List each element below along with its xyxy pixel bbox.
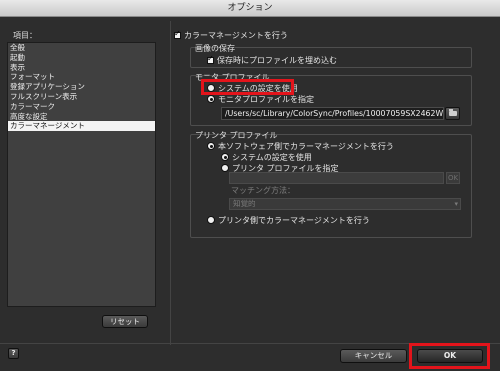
window-title: オプション	[0, 0, 500, 17]
printer-use-system-radio[interactable]	[221, 153, 229, 161]
color-management-label: カラーマネージメントを行う	[184, 31, 288, 40]
embed-profile-option[interactable]: ✓ 保存時にプロファイルを埋め込む	[207, 54, 337, 66]
highlight-ok-button	[409, 343, 490, 369]
list-item-display[interactable]: 表示	[8, 63, 155, 73]
list-item-general[interactable]: 全般	[8, 43, 155, 53]
list-item-registered-apps[interactable]: 登録アプリケーション	[8, 82, 155, 92]
printer-profile-title: プリンタ プロファイル	[195, 131, 278, 140]
list-item-fullscreen[interactable]: フルスクリーン表示	[8, 92, 155, 102]
color-management-option[interactable]: ✓ カラーマネージメントを行う	[174, 29, 288, 41]
list-item-advanced[interactable]: 高度な設定	[8, 112, 155, 122]
printer-use-system-option[interactable]: システムの設定を使用	[221, 152, 312, 163]
list-item-color-mark[interactable]: カラーマーク	[8, 102, 155, 112]
folder-icon	[449, 109, 457, 116]
vertical-divider	[170, 21, 171, 345]
color-management-checkbox[interactable]: ✓	[174, 29, 181, 39]
items-label: 項目：	[13, 31, 37, 40]
printer-side-cm-option[interactable]: プリンタ側でカラーマネージメントを行う	[207, 215, 370, 226]
monitor-specify-label: モニタプロファイルを指定	[218, 95, 314, 104]
embed-profile-checkbox[interactable]: ✓	[207, 54, 214, 64]
list-item-startup[interactable]: 起動	[8, 53, 155, 63]
list-item-color-management[interactable]: カラーマネージメント	[8, 121, 155, 132]
matching-method-value: 知覚的	[233, 199, 256, 208]
monitor-specify-radio[interactable]	[207, 95, 215, 103]
highlight-use-system	[201, 79, 294, 95]
monitor-specify-option[interactable]: モニタプロファイルを指定	[207, 94, 314, 105]
cancel-button[interactable]: キャンセル	[340, 349, 407, 363]
category-list[interactable]: 全般 起動 表示 フォーマット 登録アプリケーション フルスクリーン表示 カラー…	[7, 42, 156, 307]
printer-use-system-label: システムの設定を使用	[232, 153, 312, 162]
embed-profile-label: 保存時にプロファイルを埋め込む	[217, 56, 337, 65]
printer-side-cm-radio[interactable]	[207, 216, 215, 224]
printer-specify-radio[interactable]	[221, 164, 229, 172]
browse-folder-button[interactable]	[445, 107, 460, 120]
image-save-title: 画像の保存	[195, 44, 235, 53]
list-item-format[interactable]: フォーマット	[8, 72, 155, 82]
software-cm-option[interactable]: 本ソフトウェア側でカラーマネージメントを行う	[207, 141, 394, 152]
printer-profile-path-field	[229, 172, 444, 184]
printer-side-cm-label: プリンタ側でカラーマネージメントを行う	[218, 216, 370, 225]
matching-method-select: 知覚的 ▾	[229, 198, 461, 210]
help-icon[interactable]: ?	[8, 348, 19, 359]
software-cm-label: 本ソフトウェア側でカラーマネージメントを行う	[218, 142, 394, 151]
software-cm-radio[interactable]	[207, 142, 215, 150]
monitor-profile-path-field[interactable]: /Users/sc/Library/ColorSync/Profiles/100…	[221, 107, 444, 120]
options-dialog: 項目： 全般 起動 表示 フォーマット 登録アプリケーション フルスクリーン表示…	[0, 17, 500, 371]
reset-button[interactable]: リセット	[102, 315, 148, 328]
matching-label: マッチング方法：	[231, 186, 295, 195]
printer-profile-ok-button: OK	[446, 172, 460, 184]
chevron-down-icon: ▾	[454, 200, 458, 208]
